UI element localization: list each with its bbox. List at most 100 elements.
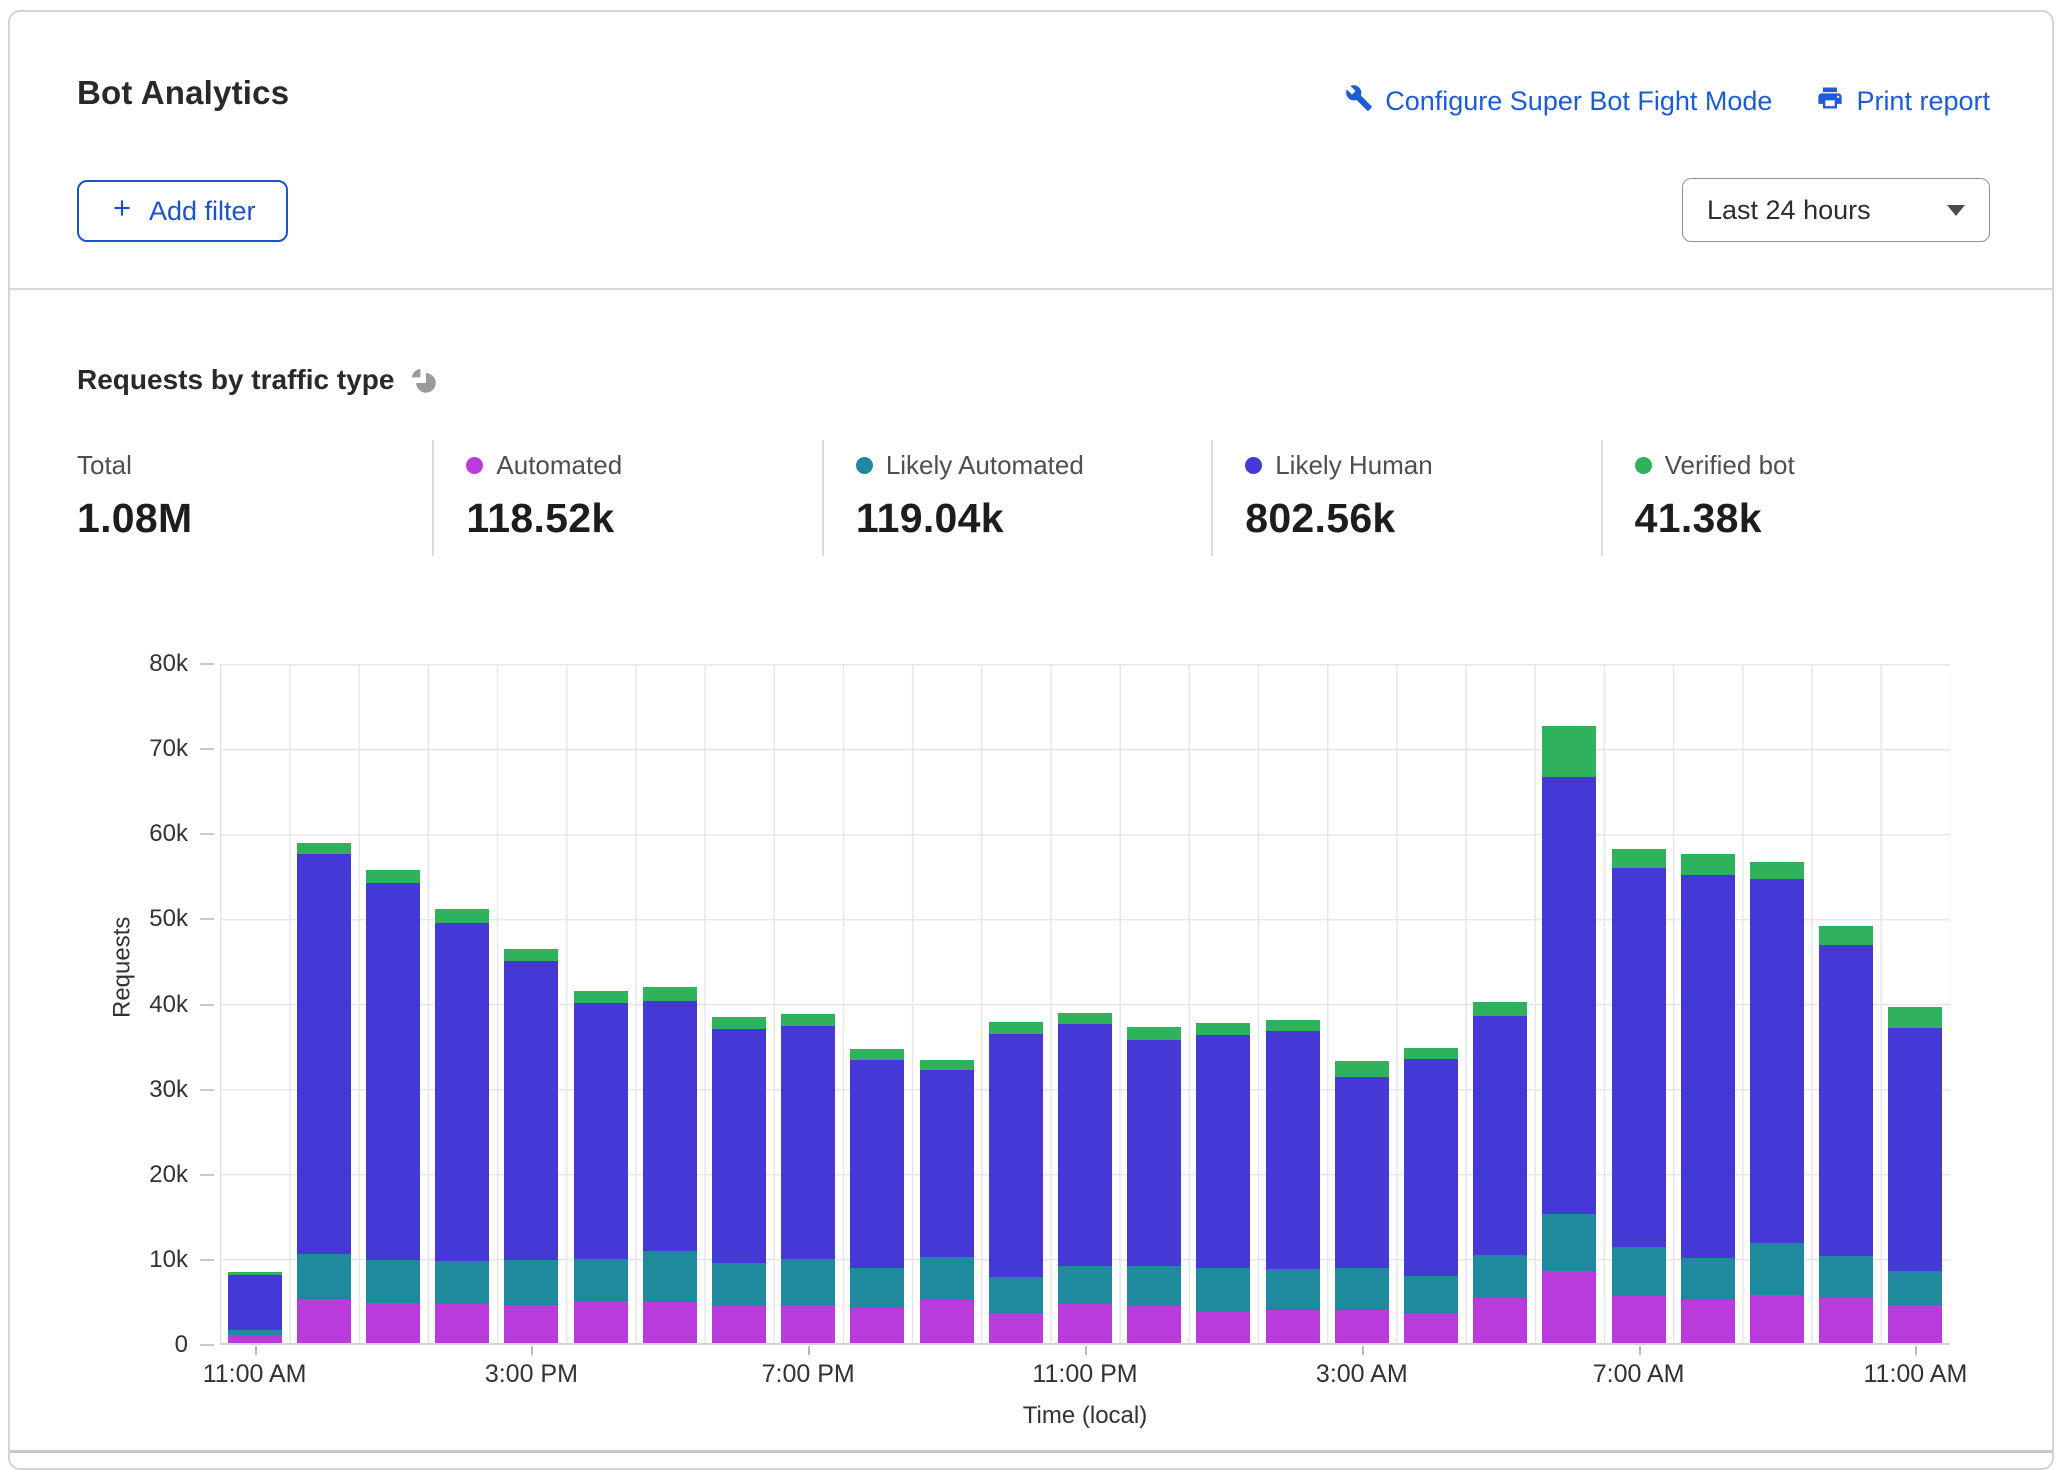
bar-8-00-am[interactable]	[1681, 854, 1735, 1343]
print-report-link[interactable]: Print report	[1816, 84, 1990, 119]
stat-automated: Automated 118.52k	[432, 440, 821, 556]
segment-likely-human	[1404, 1059, 1458, 1276]
stat-likely-automated: Likely Automated 119.04k	[822, 440, 1211, 556]
bar-12-00-pm[interactable]	[297, 843, 351, 1343]
x-tick-mark	[1639, 1346, 1641, 1355]
segment-likely-automated	[1819, 1256, 1873, 1298]
segment-automated	[1473, 1298, 1527, 1343]
segment-automated	[781, 1305, 835, 1343]
segment-automated	[850, 1308, 904, 1343]
y-tick-mark	[200, 1344, 214, 1346]
bar-slot	[1812, 664, 1881, 1343]
y-tick-mark	[200, 1004, 214, 1006]
segment-likely-human	[435, 923, 489, 1261]
y-tick-mark	[200, 833, 214, 835]
y-tick-label-70k: 70k	[116, 735, 188, 763]
y-tick-label-60k: 60k	[116, 820, 188, 848]
stat-verified-bot-label: Verified bot	[1665, 450, 1795, 481]
segment-likely-automated	[1542, 1214, 1596, 1271]
segment-automated	[1819, 1298, 1873, 1343]
time-range-dropdown[interactable]: Last 24 hours	[1682, 178, 1990, 242]
bar-6-00-pm[interactable]	[712, 1017, 766, 1343]
bar-7-00-pm[interactable]	[781, 1014, 835, 1343]
segment-likely-automated	[1127, 1266, 1181, 1306]
segment-automated	[1335, 1310, 1389, 1343]
segment-verified-bot	[712, 1017, 766, 1029]
segment-verified-bot	[1196, 1023, 1250, 1035]
section-title: Requests by traffic type	[77, 364, 394, 396]
verified-bot-legend-dot	[1635, 457, 1652, 474]
segment-automated	[1888, 1305, 1942, 1343]
add-filter-button[interactable]: Add filter	[77, 180, 288, 242]
bar-slot	[912, 664, 981, 1343]
bar-8-00-pm[interactable]	[850, 1049, 904, 1343]
bar-10-00-pm[interactable]	[989, 1022, 1043, 1343]
segment-likely-automated	[1196, 1268, 1250, 1311]
segment-verified-bot	[504, 949, 558, 961]
bar-slot	[566, 664, 635, 1343]
configure-super-bot-fight-mode-link[interactable]: Configure Super Bot Fight Mode	[1345, 84, 1772, 119]
stat-likely-automated-value: 119.04k	[856, 495, 1211, 542]
bar-1-00-pm[interactable]	[366, 870, 420, 1343]
bars-container	[220, 664, 1950, 1343]
bar-slot	[358, 664, 427, 1343]
header-divider	[10, 288, 2052, 290]
y-tick-mark	[200, 1174, 214, 1176]
bar-7-00-am[interactable]	[1612, 849, 1666, 1343]
printer-icon	[1816, 84, 1844, 119]
segment-likely-human	[1888, 1028, 1942, 1271]
bar-9-00-pm[interactable]	[920, 1060, 974, 1343]
bar-11-00-am[interactable]	[1888, 1007, 1942, 1343]
segment-likely-automated	[297, 1254, 351, 1299]
bot-analytics-card: Bot Analytics Configure Super Bot Fight …	[8, 10, 2054, 1470]
bar-4-00-am[interactable]	[1404, 1048, 1458, 1343]
segment-automated	[1127, 1306, 1181, 1343]
bar-2-00-pm[interactable]	[435, 909, 489, 1343]
segment-likely-human	[1335, 1077, 1389, 1268]
segment-likely-automated	[504, 1260, 558, 1304]
bar-11-00-am[interactable]	[228, 1272, 282, 1343]
y-tick-mark	[200, 748, 214, 750]
segment-verified-bot	[781, 1014, 835, 1025]
print-link-label: Print report	[1856, 86, 1990, 117]
segment-likely-human	[1612, 868, 1666, 1247]
stat-likely-automated-label: Likely Automated	[886, 450, 1084, 481]
segment-likely-human	[228, 1275, 282, 1330]
bar-3-00-am[interactable]	[1335, 1061, 1389, 1343]
segment-automated	[297, 1299, 351, 1343]
x-tick-label-11-00-am: 11:00 AM	[175, 1360, 335, 1389]
bar-slot	[220, 664, 289, 1343]
bar-2-00-am[interactable]	[1266, 1020, 1320, 1343]
segment-verified-bot	[1058, 1013, 1112, 1024]
segment-likely-automated	[574, 1259, 628, 1302]
bar-1-00-am[interactable]	[1196, 1023, 1250, 1343]
bar-slot	[981, 664, 1050, 1343]
bar-4-00-pm[interactable]	[574, 991, 628, 1343]
segment-likely-human	[850, 1060, 904, 1268]
segment-verified-bot	[1404, 1048, 1458, 1059]
bar-5-00-pm[interactable]	[643, 987, 697, 1343]
bar-11-00-pm[interactable]	[1058, 1013, 1112, 1343]
bar-10-00-am[interactable]	[1819, 926, 1873, 1343]
chevron-down-icon	[1947, 205, 1965, 216]
segment-verified-bot	[297, 843, 351, 853]
bar-slot	[635, 664, 704, 1343]
segment-likely-automated	[1335, 1268, 1389, 1310]
bar-12-00-am[interactable]	[1127, 1027, 1181, 1343]
segment-likely-human	[920, 1070, 974, 1257]
segment-likely-human	[1058, 1024, 1112, 1267]
bar-slot	[843, 664, 912, 1343]
y-tick-mark	[200, 1259, 214, 1261]
requests-stacked-bar-chart	[220, 664, 1950, 1345]
stat-verified-bot-value: 41.38k	[1635, 495, 1990, 542]
bar-3-00-pm[interactable]	[504, 949, 558, 1343]
bar-9-00-am[interactable]	[1750, 862, 1804, 1343]
y-tick-mark	[200, 663, 214, 665]
bar-6-00-am[interactable]	[1542, 726, 1596, 1343]
bar-5-00-am[interactable]	[1473, 1002, 1527, 1343]
segment-likely-human	[574, 1003, 628, 1258]
bottom-divider	[10, 1450, 2052, 1453]
segment-likely-automated	[989, 1277, 1043, 1313]
header-actions: Configure Super Bot Fight Mode Print rep…	[1345, 84, 1990, 119]
segment-automated	[1750, 1295, 1804, 1343]
